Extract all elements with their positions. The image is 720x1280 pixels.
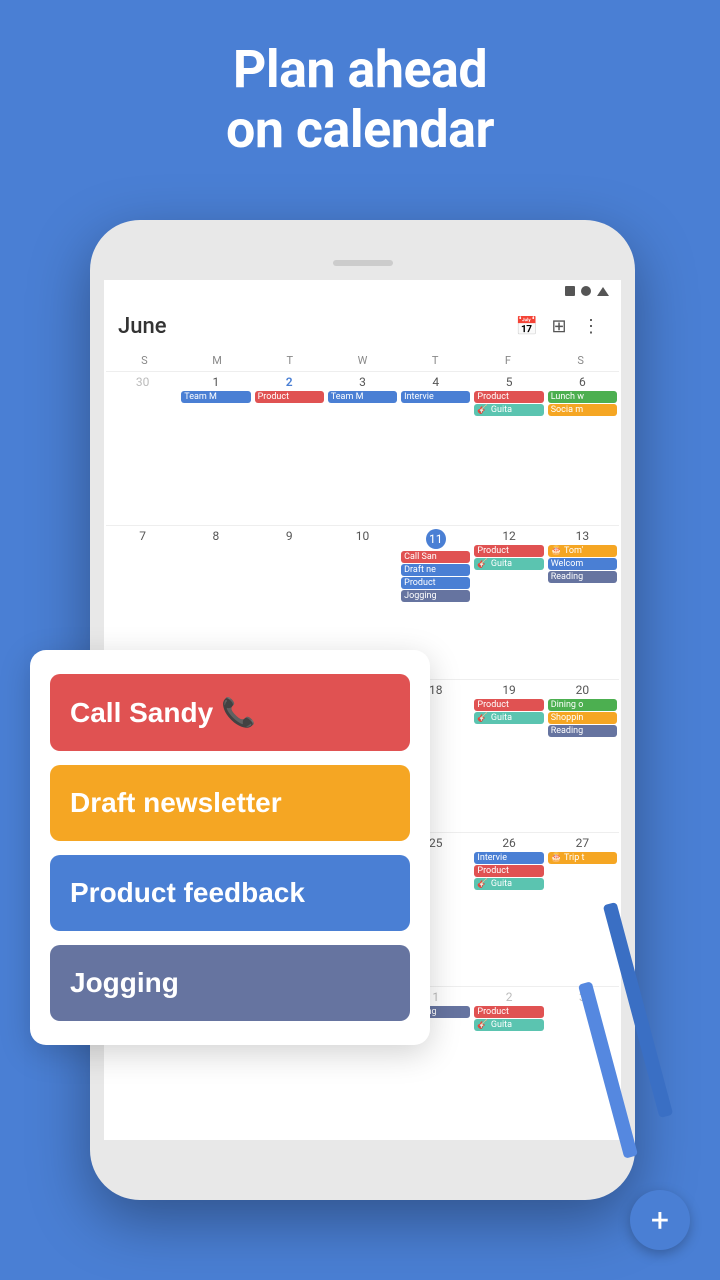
day-header-M: M (181, 350, 254, 371)
event-pill[interactable]: Team M (181, 391, 250, 403)
event-pill[interactable]: 🎂 Trip t (548, 852, 617, 864)
task-button-product-feedback[interactable]: Product feedback (50, 855, 410, 931)
event-pill[interactable]: Team M (328, 391, 397, 403)
cell-date: 2 (474, 990, 543, 1004)
cell-date: 2 (255, 375, 324, 389)
event-pill[interactable]: Shoppin (548, 712, 617, 724)
calendar-month: June (118, 314, 511, 339)
cell-date: 10 (328, 529, 397, 543)
event-pill[interactable]: Reading (548, 725, 617, 737)
event-pill[interactable]: Lunch w (548, 391, 617, 403)
cell-date: 13 (548, 529, 617, 543)
event-pill[interactable]: Welcom (548, 558, 617, 570)
event-pill[interactable]: 🎸 Guita (474, 558, 543, 570)
cal-cell-w4d5[interactable]: 2 Product🎸 Guita (472, 986, 545, 1140)
signal-icon (581, 286, 591, 296)
cell-date: 6 (548, 375, 617, 389)
cell-date: 7 (108, 529, 177, 543)
wifi-icon (597, 287, 609, 296)
cell-date: 4 (401, 375, 470, 389)
cal-cell-w0d0[interactable]: 30 (106, 371, 179, 525)
event-pill[interactable]: 🎸 Guita (474, 1019, 543, 1031)
day-headers: SMTWTFS (104, 350, 621, 371)
event-pill[interactable]: Product (401, 577, 470, 589)
cal-cell-w0d1[interactable]: 1 Team M (179, 371, 252, 525)
task-button-call-sandy-📞[interactable]: Call Sandy 📞 (50, 674, 410, 751)
phone-speaker (333, 260, 393, 266)
event-pill[interactable]: Jogging (401, 590, 470, 602)
event-pill[interactable]: Product (474, 865, 543, 877)
event-pill[interactable]: Intervie (401, 391, 470, 403)
task-button-draft-newsletter[interactable]: Draft newsletter (50, 765, 410, 841)
hero-line1: Plan ahead (0, 40, 720, 100)
event-pill[interactable]: 🎂 Tom' (548, 545, 617, 557)
event-pill[interactable]: Product (474, 1006, 543, 1018)
day-header-T: T (399, 350, 472, 371)
event-pill[interactable]: Product (474, 699, 543, 711)
cell-date: 20 (548, 683, 617, 697)
cell-date: 26 (474, 836, 543, 850)
hero-line2: on calendar (0, 100, 720, 160)
cal-cell-w1d5[interactable]: 12 Product🎸 Guita (472, 525, 545, 679)
grid-view-btn[interactable]: ⊞ (543, 310, 575, 342)
cell-date: 27 (548, 836, 617, 850)
cal-cell-w0d5[interactable]: 5 Product🎸 Guita (472, 371, 545, 525)
cell-date: 3 (328, 375, 397, 389)
event-pill[interactable]: Call San (401, 551, 470, 563)
cell-date: 11 (426, 529, 446, 549)
cal-cell-w0d4[interactable]: 4 Intervie (399, 371, 472, 525)
event-pill[interactable]: 🎸 Guita (474, 712, 543, 724)
event-pill[interactable]: 🎸 Guita (474, 878, 543, 890)
phone-mockup: June 📅 ⊞ ⋮ SMTWTFS 301Team M2Product3Tea… (90, 220, 635, 1200)
battery-icon (565, 286, 575, 296)
event-pill[interactable]: Product (474, 391, 543, 403)
event-pill[interactable]: Product (474, 545, 543, 557)
cell-date: 12 (474, 529, 543, 543)
more-options-btn[interactable]: ⋮ (575, 310, 607, 342)
day-header-T: T (253, 350, 326, 371)
event-pill[interactable]: 🎸 Guita (474, 404, 543, 416)
event-pill[interactable]: Product (255, 391, 324, 403)
day-header-W: W (326, 350, 399, 371)
calendar-header: June 📅 ⊞ ⋮ (104, 302, 621, 350)
task-card: Call Sandy 📞 Draft newsletter Product feed… (30, 650, 430, 1045)
calendar-icon-btn[interactable]: 📅 (511, 310, 543, 342)
cal-cell-w2d6[interactable]: 20 Dining oShoppinReading (546, 679, 619, 833)
cell-date: 1 (181, 375, 250, 389)
status-bar (104, 280, 621, 302)
cal-cell-w3d5[interactable]: 26 IntervieProduct🎸 Guita (472, 832, 545, 986)
hero-text: Plan ahead on calendar (0, 0, 720, 160)
event-pill[interactable]: Reading (548, 571, 617, 583)
day-header-F: F (472, 350, 545, 371)
event-pill[interactable]: Intervie (474, 852, 543, 864)
cell-date: 19 (474, 683, 543, 697)
event-pill[interactable]: Socia m (548, 404, 617, 416)
task-button-jogging[interactable]: Jogging (50, 945, 410, 1021)
event-pill[interactable]: Draft ne (401, 564, 470, 576)
fab-button[interactable]: + (630, 1190, 690, 1250)
cell-date: 5 (474, 375, 543, 389)
cal-cell-w2d5[interactable]: 19 Product🎸 Guita (472, 679, 545, 833)
day-header-S: S (108, 350, 181, 371)
cell-date: 30 (108, 375, 177, 389)
cal-cell-w0d3[interactable]: 3 Team M (326, 371, 399, 525)
cal-cell-w0d2[interactable]: 2 Product (253, 371, 326, 525)
event-pill[interactable]: Dining o (548, 699, 617, 711)
cal-cell-w0d6[interactable]: 6 Lunch wSocia m (546, 371, 619, 525)
day-header-S: S (544, 350, 617, 371)
cell-date: 8 (181, 529, 250, 543)
cal-cell-w1d6[interactable]: 13 🎂 Tom'WelcomReading (546, 525, 619, 679)
cell-date: 9 (255, 529, 324, 543)
